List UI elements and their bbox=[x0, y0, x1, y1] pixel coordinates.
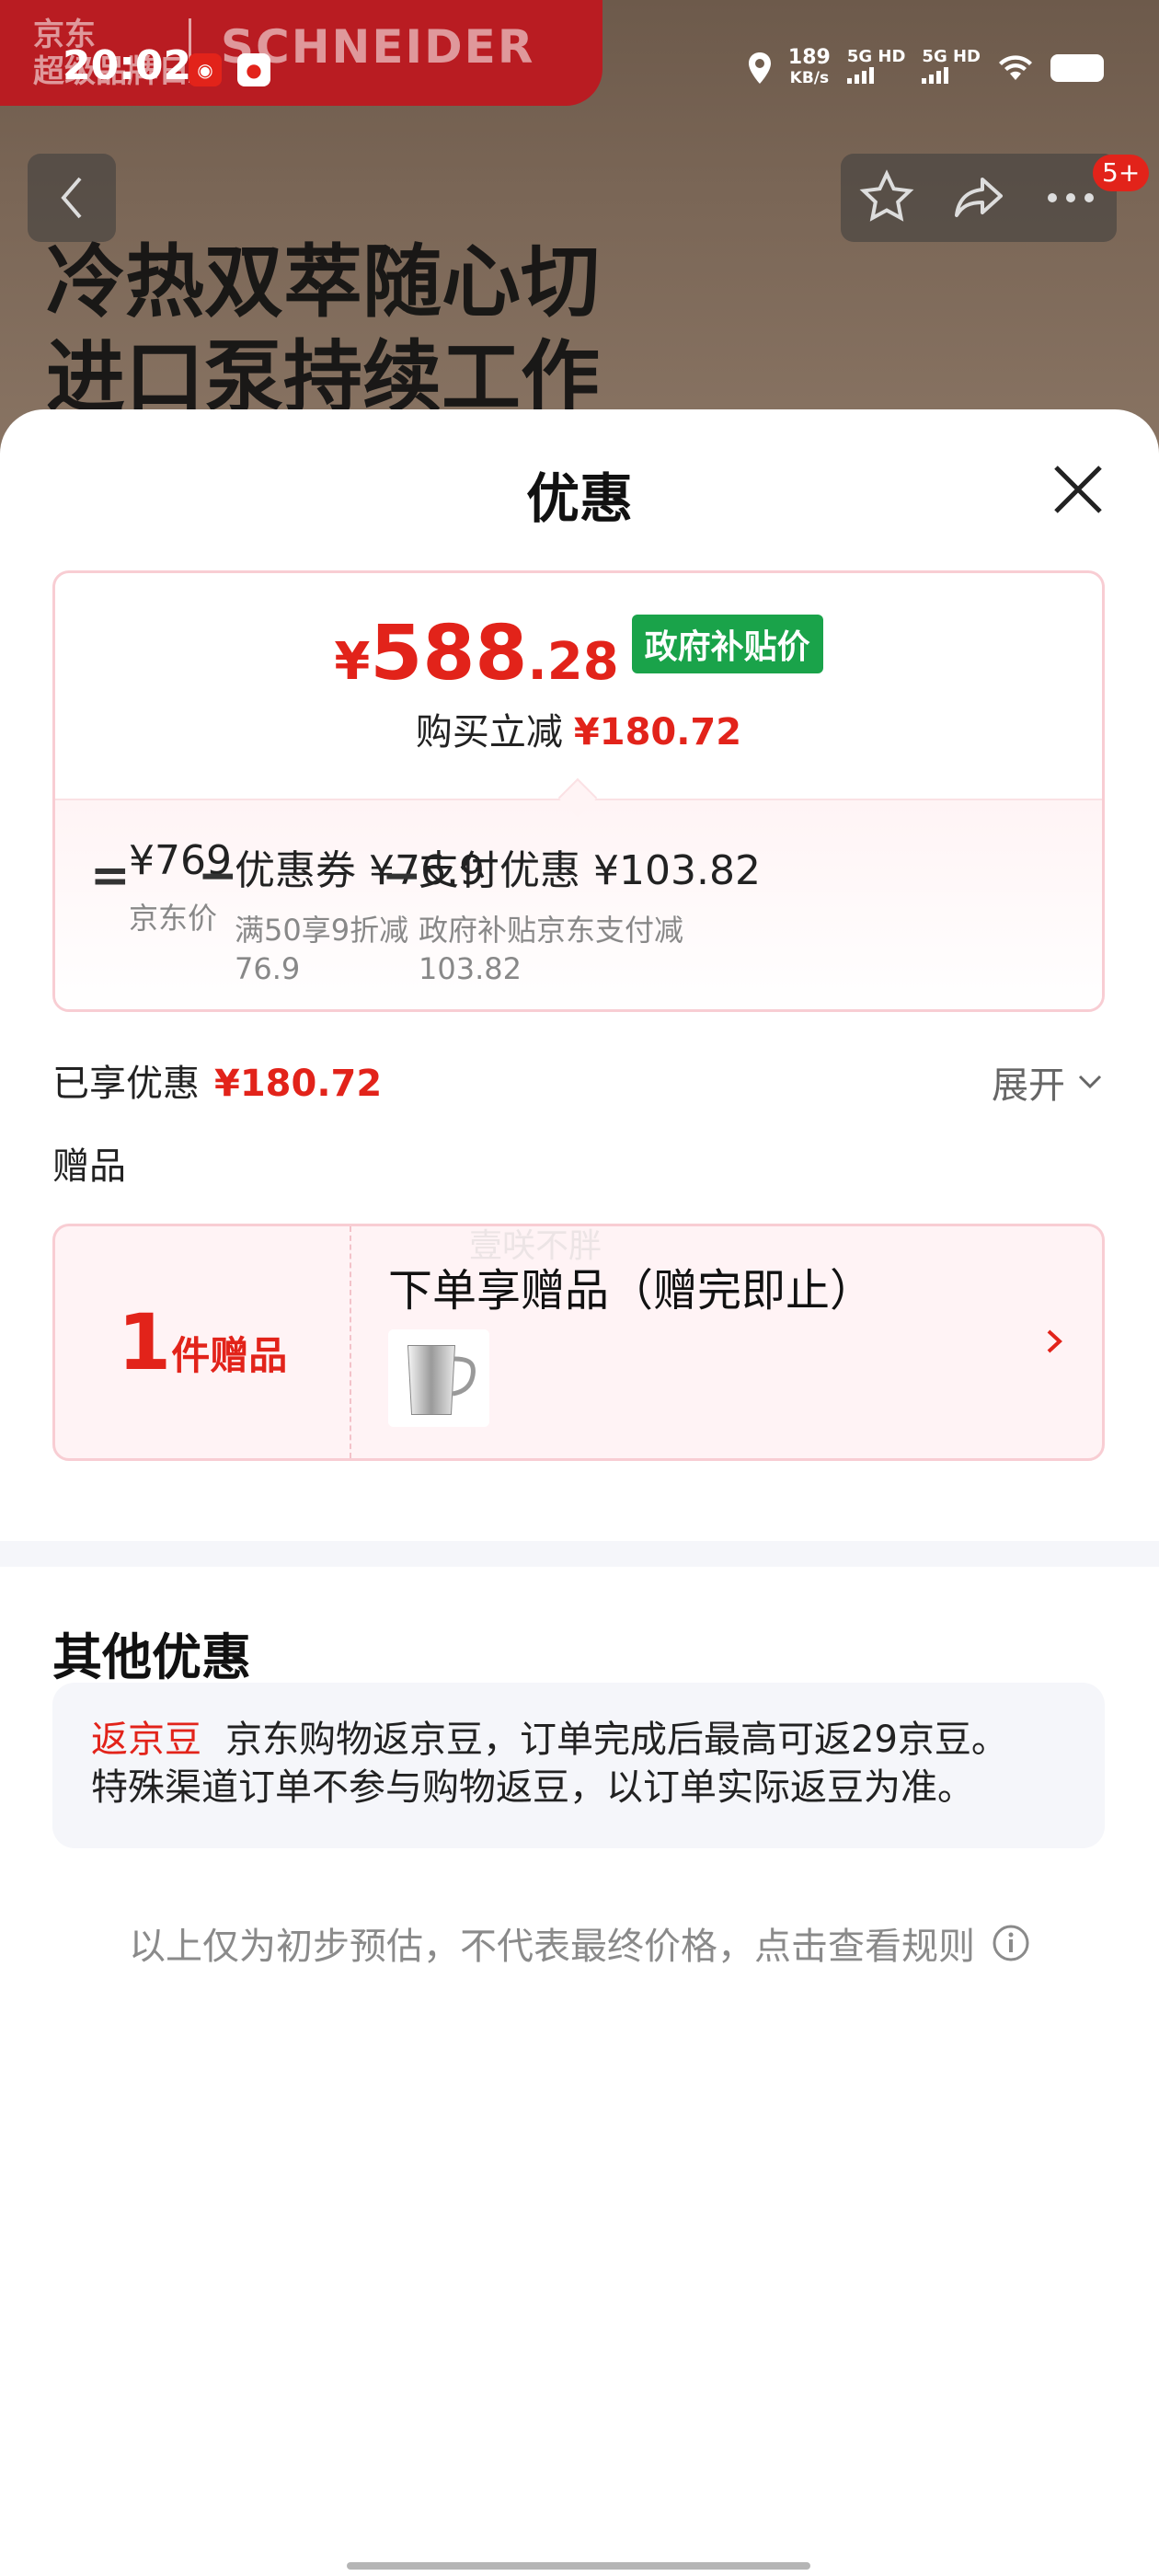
payment-discount-desc: 政府补贴京东支付减 103.82 bbox=[419, 913, 684, 986]
price-breakdown: = ¥769 京东价 − 优惠券 ¥76.9 满50享9折减 76.9 − 支付… bbox=[55, 799, 1102, 1009]
gift-count-area: 1件赠品 bbox=[55, 1226, 350, 1458]
instant-reduction: 购买立减 ¥180.72 bbox=[55, 702, 1102, 755]
home-indicator[interactable] bbox=[347, 2562, 810, 2570]
payment-discount-value: 支付优惠 ¥103.82 bbox=[419, 847, 761, 894]
jd-beans-tag: 返京豆 bbox=[91, 1719, 201, 1761]
network-label-2: 5G HD bbox=[922, 47, 981, 66]
gift-count-suffix: 件赠品 bbox=[171, 1333, 288, 1378]
minus-sign: − bbox=[198, 848, 238, 903]
signal-bars-icon bbox=[846, 65, 874, 84]
jd-price-label: 京东价 bbox=[129, 901, 218, 936]
signal-bars-icon bbox=[922, 65, 949, 84]
jd-beans-desc-1: 京东购物返京豆，订单完成后最高可返29京豆。 bbox=[225, 1719, 1008, 1761]
jd-beans-card: 返京豆 京东购物返京豆，订单完成后最高可返29京豆。 特殊渠道订单不参与购物返豆，… bbox=[52, 1683, 1105, 1848]
status-indicators: 189 KB/s 5G HD 5G HD bbox=[748, 48, 1104, 88]
reduction-amount: ¥180.72 bbox=[573, 711, 742, 753]
headline-line-1: 冷热双萃随心切 bbox=[46, 236, 600, 328]
price-integer: 588 bbox=[370, 610, 528, 697]
chevron-down-icon bbox=[1078, 1075, 1102, 1089]
enjoyed-label: 已享优惠 bbox=[52, 1063, 200, 1105]
signal-2: 5G HD bbox=[922, 49, 981, 87]
watermark: 壹咲不胖 bbox=[469, 1227, 602, 1265]
signal-1: 5G HD bbox=[846, 47, 906, 87]
network-speed: 189 KB/s bbox=[788, 48, 831, 88]
section-divider bbox=[0, 1541, 1159, 1567]
reduction-label: 购买立减 bbox=[415, 711, 563, 753]
gov-subsidy-tag: 政府补贴价 bbox=[631, 615, 823, 673]
expand-button[interactable]: 展开 bbox=[992, 1055, 1102, 1109]
top-actions bbox=[841, 154, 1117, 242]
enjoyed-amount: ¥180.72 bbox=[214, 1063, 383, 1105]
battery-icon bbox=[1050, 54, 1104, 82]
discount-sheet: 优惠 ¥588.28 政府补贴价 购买立减 ¥180.72 = ¥769 京东价 … bbox=[0, 409, 1159, 2576]
estimate-disclaimer[interactable]: 以上仅为初步预估，不代表最终价格，点击查看规则 bbox=[0, 1916, 1159, 1970]
other-discounts-title: 其他优惠 bbox=[52, 1628, 251, 1686]
enjoyed-discount: 已享优惠 ¥180.72 bbox=[52, 1053, 382, 1107]
close-icon[interactable] bbox=[1049, 460, 1107, 519]
gift-count-number: 1 bbox=[117, 1297, 172, 1387]
location-icon bbox=[748, 52, 771, 84]
price-currency: ¥ bbox=[334, 632, 371, 692]
final-price-row: ¥588.28 政府补贴价 bbox=[55, 610, 1102, 697]
equals-sign: = bbox=[90, 848, 131, 903]
chevron-right-icon bbox=[1047, 1329, 1062, 1353]
disclaimer-text: 以上仅为初步预估，不代表最终价格，点击查看规则 bbox=[129, 1926, 975, 1968]
speed-value: 189 bbox=[787, 46, 831, 69]
expand-label: 展开 bbox=[992, 1064, 1065, 1107]
price-summary-card: ¥588.28 政府补贴价 购买立减 ¥180.72 = ¥769 京东价 − 优… bbox=[52, 570, 1105, 1012]
final-price: ¥588.28 bbox=[334, 610, 618, 697]
more-icon[interactable] bbox=[1041, 168, 1100, 227]
gift-title: 下单享赠品（赠完即止） bbox=[388, 1265, 875, 1317]
breakdown-payment: 支付优惠 ¥103.82 政府补贴京东支付减 103.82 bbox=[419, 837, 761, 988]
speed-unit: KB/s bbox=[789, 69, 830, 87]
share-icon[interactable] bbox=[949, 168, 1008, 227]
jd-beans-text: 返京豆 京东购物返京豆，订单完成后最高可返29京豆。 特殊渠道订单不参与购物返豆，… bbox=[91, 1716, 1066, 1811]
chevron-left-icon bbox=[61, 177, 82, 219]
sheet-title: 优惠 bbox=[525, 467, 633, 530]
status-time: 20:02 bbox=[63, 42, 192, 89]
price-decimal: .28 bbox=[527, 632, 619, 692]
product-headline: 冷热双萃随心切 进口泵持续工作 bbox=[46, 235, 600, 426]
gift-section-label: 赠品 bbox=[52, 1145, 126, 1188]
network-label-1: 5G HD bbox=[846, 47, 906, 66]
netease-music-icon: ◉ bbox=[189, 53, 222, 86]
star-icon[interactable] bbox=[857, 168, 916, 227]
minus-sign: − bbox=[382, 848, 422, 903]
milk-jug-thumbnail[interactable] bbox=[388, 1329, 489, 1427]
map-app-icon: ● bbox=[237, 53, 270, 86]
message-badge: 5+ bbox=[1093, 155, 1150, 191]
gift-divider bbox=[350, 1226, 351, 1458]
info-icon[interactable] bbox=[992, 1924, 1030, 1962]
gift-count: 1件赠品 bbox=[118, 1297, 287, 1387]
jd-beans-desc-2: 特殊渠道订单不参与购物返豆，以订单实际返豆为准。 bbox=[91, 1766, 974, 1809]
back-button[interactable] bbox=[28, 154, 116, 242]
wifi-icon bbox=[999, 55, 1032, 80]
